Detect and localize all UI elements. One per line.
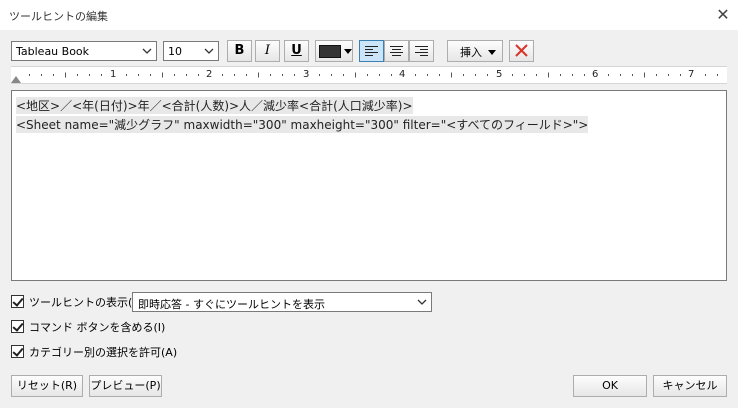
ruler-mark: 6 <box>592 69 599 80</box>
show-tooltip-checkbox[interactable] <box>11 295 24 308</box>
dropdown-arrow-icon <box>344 49 352 54</box>
ruler: 1 2 3 4 5 6 7 <box>11 66 727 84</box>
ok-button[interactable]: OK <box>573 375 647 397</box>
ruler-mark: 7 <box>688 69 695 80</box>
ruler-mark: 2 <box>206 69 213 80</box>
editor-line[interactable]: <地区>／<年(日付)>年／<合計(人数)>人／減少率<合計(人口減少率)> <box>16 97 413 114</box>
chevron-down-icon <box>417 299 427 305</box>
reset-button[interactable]: リセット(R) <box>11 375 83 397</box>
window-title: ツールヒントの編集 <box>9 10 108 23</box>
response-value: 即時応答 - すぐにツールヒントを表示 <box>138 298 325 311</box>
allow-selection-checkbox[interactable] <box>11 345 24 358</box>
include-command-label: コマンド ボタンを含める(I) <box>29 321 166 334</box>
align-right-icon <box>415 46 428 56</box>
cancel-button[interactable]: キャンセル <box>653 375 727 397</box>
align-left-icon <box>365 46 378 56</box>
font-family-select[interactable]: Tableau Book <box>11 41 157 61</box>
insert-button[interactable]: 挿入 <box>447 40 503 62</box>
red-x-icon <box>515 44 528 57</box>
ruler-mark: 1 <box>110 69 117 80</box>
insert-label: 挿入 <box>460 46 482 59</box>
editor-line[interactable]: <Sheet name="減少グラフ" maxwidth="300" maxhe… <box>16 116 589 133</box>
align-right-button[interactable] <box>409 40 434 62</box>
ruler-mark: 5 <box>496 69 503 80</box>
ruler-mark: 3 <box>303 69 310 80</box>
allow-selection-label: カテゴリー別の選択を許可(A) <box>29 346 178 359</box>
color-swatch <box>319 45 341 58</box>
bold-button[interactable]: B <box>227 40 252 62</box>
close-icon[interactable]: ✕ <box>712 4 734 26</box>
include-command-checkbox[interactable] <box>11 320 24 333</box>
chevron-down-icon <box>204 48 214 54</box>
align-left-button[interactable] <box>359 40 384 62</box>
show-tooltip-label: ツールヒントの表示(S) <box>29 296 144 309</box>
title-bar: ツールヒントの編集 ✕ <box>0 0 738 30</box>
font-size-select[interactable]: 10 <box>163 41 219 61</box>
indent-marker[interactable] <box>11 76 21 83</box>
ruler-ticks <box>29 72 718 78</box>
align-center-button[interactable] <box>384 40 409 62</box>
text-color-button[interactable] <box>315 40 353 62</box>
dropdown-arrow-icon <box>488 50 496 55</box>
align-center-icon <box>390 46 403 56</box>
font-family-value: Tableau Book <box>16 45 90 58</box>
ruler-mark: 4 <box>399 69 406 80</box>
chevron-down-icon <box>142 48 152 54</box>
font-size-value: 10 <box>168 45 182 58</box>
preview-button[interactable]: プレビュー(P) <box>89 375 162 397</box>
response-select[interactable]: 即時応答 - すぐにツールヒントを表示 <box>132 292 432 312</box>
italic-button[interactable]: I <box>255 40 280 62</box>
underline-button[interactable]: U <box>284 40 309 62</box>
clear-button[interactable] <box>509 40 534 62</box>
tooltip-editor[interactable]: <地区>／<年(日付)>年／<合計(人数)>人／減少率<合計(人口減少率)> <… <box>11 90 727 281</box>
